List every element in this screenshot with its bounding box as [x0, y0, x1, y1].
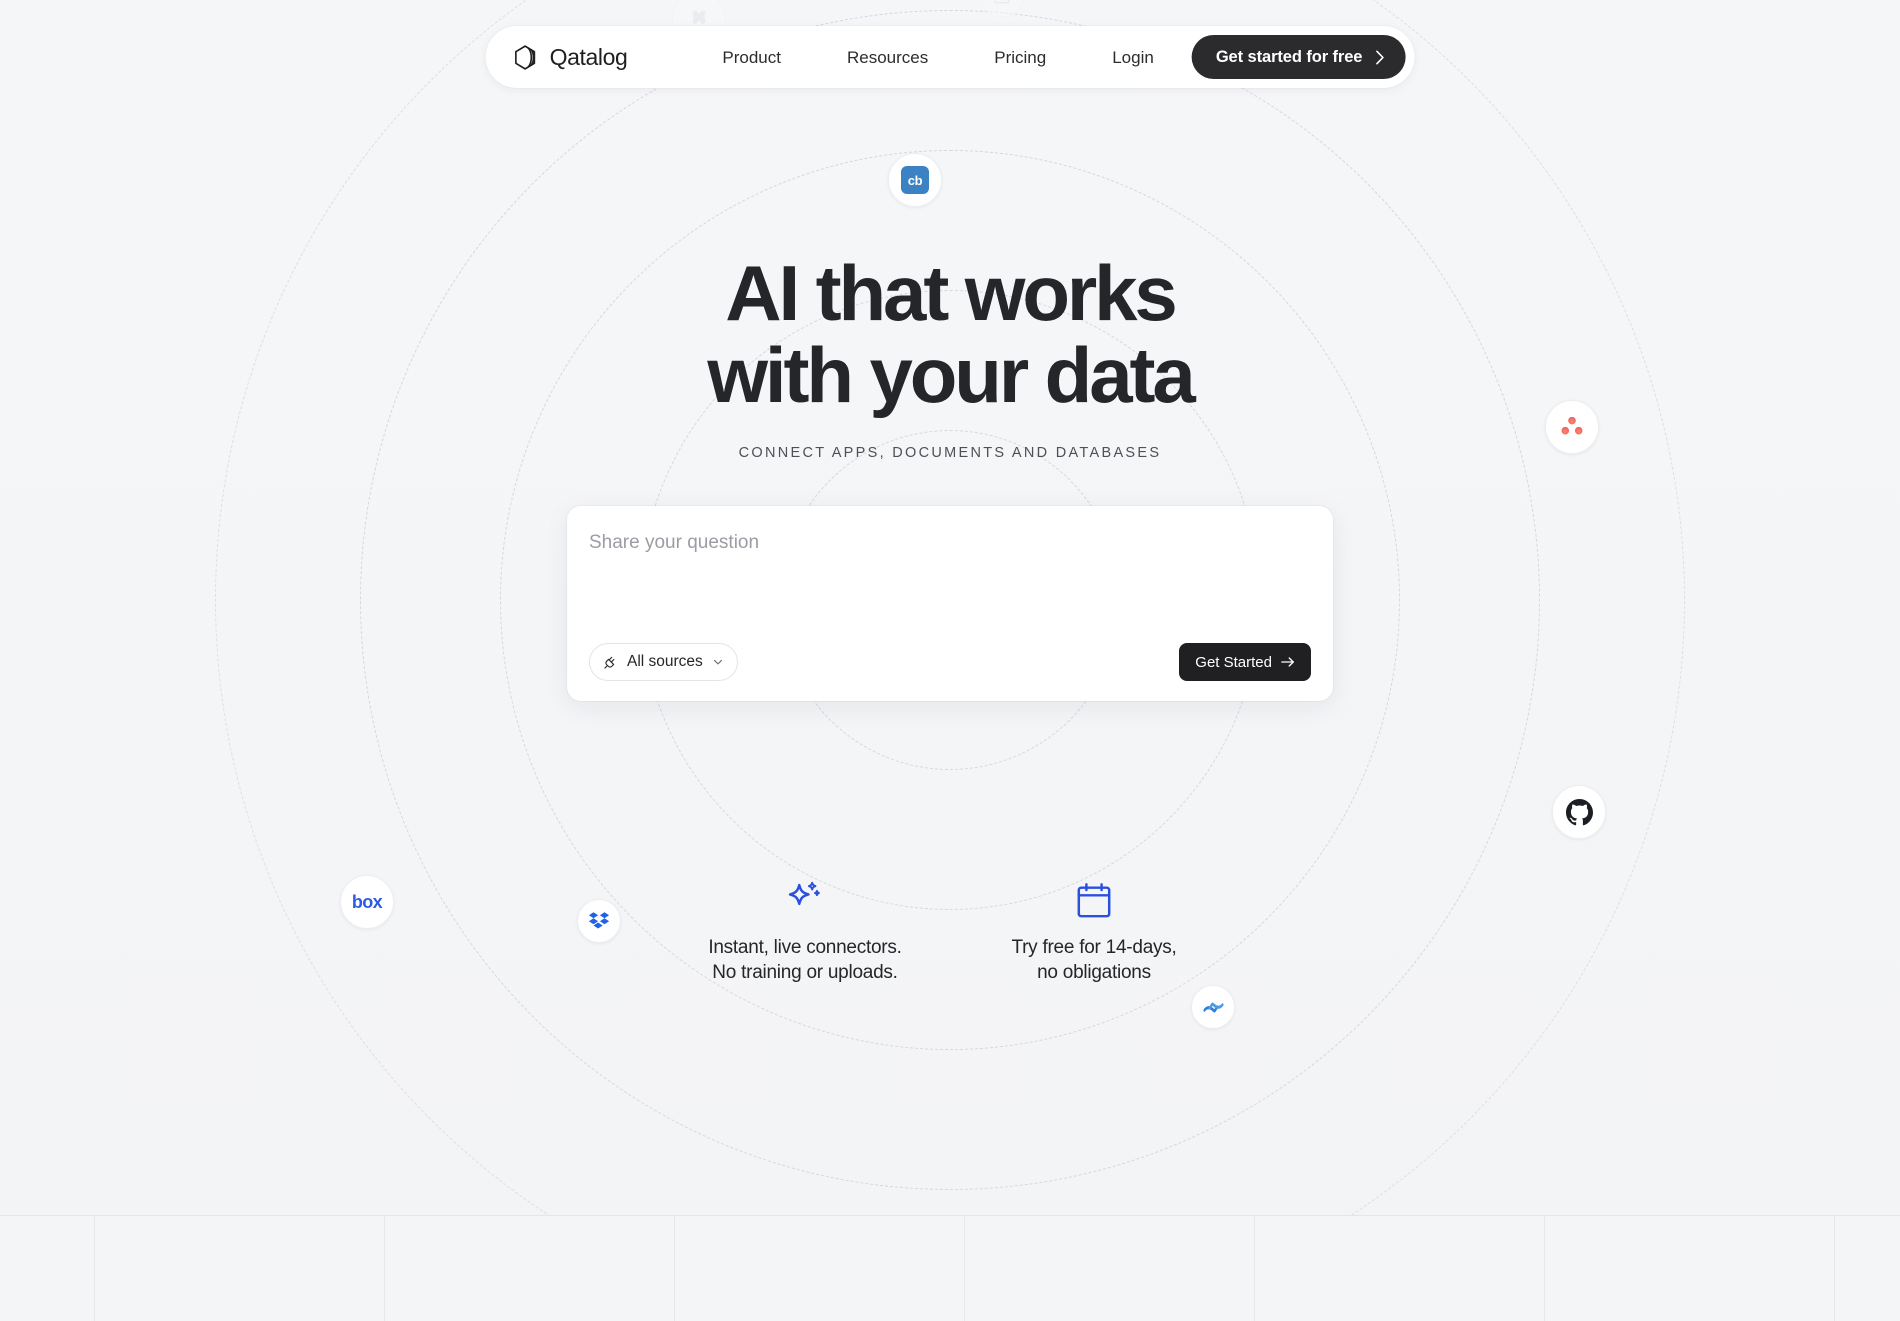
asana-icon [1559, 414, 1585, 440]
grid-column [965, 1216, 1255, 1321]
logo-grid-band [0, 1215, 1900, 1321]
feature-text: Instant, live connectors. No training or… [655, 935, 955, 985]
app-chip-dropbox[interactable] [577, 899, 621, 943]
feature-line-1: Try free for 14-days, [1011, 937, 1177, 958]
nav-link-login[interactable]: Login [1079, 49, 1192, 66]
hero-subheading: CONNECT APPS, DOCUMENTS AND DATABASES [738, 445, 1162, 461]
nav-link-resources[interactable]: Resources [814, 49, 961, 66]
main-navbar: Qatalog Product Resources Pricing Login … [485, 26, 1415, 88]
sparkle-icon [655, 875, 955, 921]
question-card: All sources Get Started [567, 506, 1333, 701]
calendar-icon [944, 875, 1244, 921]
brand-logo[interactable]: Qatalog [512, 44, 628, 71]
grid-column [385, 1216, 675, 1321]
app-chip-github[interactable] [1552, 785, 1606, 839]
nav-cta-label: Get started for free [1215, 47, 1363, 66]
confluence-icon [1202, 996, 1225, 1019]
feature-line-2: no obligations [1037, 962, 1151, 984]
hero-section: cb box Qatalog Product Resources Pricing… [0, 0, 1900, 1215]
question-input[interactable] [589, 532, 1311, 554]
app-chip-notion[interactable] [980, 0, 1024, 18]
grid-column [1255, 1216, 1545, 1321]
feature-line-1: Instant, live connectors. [708, 937, 902, 958]
feature-line-2: No training or uploads. [712, 962, 898, 984]
nav-link-product[interactable]: Product [689, 49, 814, 66]
qatalog-hexagon-logo-icon [512, 44, 539, 71]
feature-free-trial: Try free for 14-days, no obligations [944, 875, 1244, 985]
crunchbase-icon: cb [901, 166, 929, 194]
brand-name: Qatalog [549, 43, 628, 70]
landing-page: cb box Qatalog Product Resources Pricing… [0, 0, 1900, 1321]
plug-icon [603, 655, 618, 670]
grid-column [0, 1216, 95, 1321]
headline-line-2: with your data [707, 330, 1195, 419]
notion-icon [993, 0, 1011, 5]
app-chip-confluence[interactable] [1191, 985, 1235, 1029]
nav-link-pricing[interactable]: Pricing [961, 49, 1079, 66]
get-started-submit-button[interactable]: Get Started [1179, 643, 1311, 681]
all-sources-dropdown[interactable]: All sources [589, 643, 738, 681]
grid-column [95, 1216, 385, 1321]
all-sources-label: All sources [627, 653, 703, 671]
get-started-label: Get Started [1195, 653, 1272, 671]
github-icon [1565, 798, 1593, 826]
page-title: AI that works with your data [0, 252, 1900, 419]
headline-line-1: AI that works [725, 249, 1178, 337]
chevron-right-icon [1375, 50, 1384, 65]
feature-text: Try free for 14-days, no obligations [944, 935, 1244, 985]
box-icon: box [351, 892, 383, 912]
get-started-for-free-button[interactable]: Get started for free [1191, 35, 1406, 79]
feature-live-connectors: Instant, live connectors. No training or… [655, 875, 955, 985]
arrow-right-icon [1281, 656, 1295, 668]
grid-column [1835, 1216, 1900, 1321]
app-chip-crunchbase[interactable]: cb [888, 153, 942, 207]
chevron-down-icon [712, 656, 724, 668]
dropbox-icon [588, 910, 610, 932]
app-chip-box[interactable]: box [340, 875, 394, 929]
question-card-footer: All sources Get Started [589, 643, 1311, 681]
nav-links: Product Resources Pricing Login [689, 49, 1191, 66]
grid-column [675, 1216, 965, 1321]
grid-column [1545, 1216, 1835, 1321]
